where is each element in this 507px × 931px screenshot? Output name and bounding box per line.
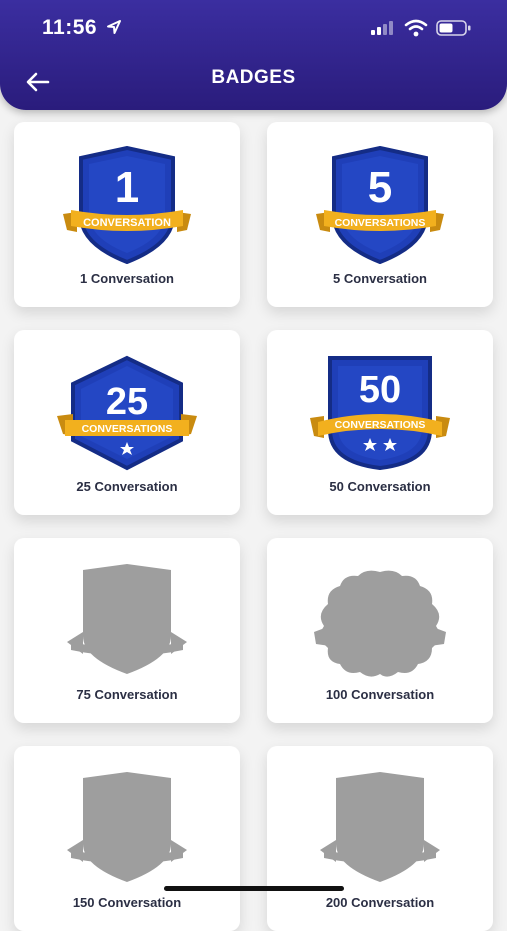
badge-number: 50 bbox=[359, 369, 401, 411]
location-arrow-icon bbox=[106, 19, 122, 40]
wifi-icon bbox=[404, 19, 428, 42]
badge-ribbon-text: CONVERSATIONS bbox=[335, 217, 426, 229]
badge-card-1[interactable]: 1 CONVERSATION 1 Conversation bbox=[14, 122, 240, 307]
badge-card-75[interactable]: 75 Conversation bbox=[14, 538, 240, 723]
status-time: 11:56 bbox=[42, 16, 98, 39]
badge-label: 25 Conversation bbox=[76, 479, 178, 494]
badge-card-150[interactable]: 150 Conversation bbox=[14, 746, 240, 931]
shield-badge-icon: 1 CONVERSATION bbox=[63, 146, 191, 264]
battery-icon bbox=[436, 19, 472, 42]
header: 11:56 BADGES bbox=[0, 0, 507, 110]
badge-ribbon-text: CONVERSATION bbox=[83, 217, 171, 229]
badge-number: 25 bbox=[106, 381, 148, 423]
status-bar: 11:56 bbox=[0, 0, 507, 56]
hexagon-badge-icon: 25 CONVERSATIONS bbox=[57, 355, 197, 471]
cellular-signal-icon bbox=[371, 21, 397, 40]
locked-seal-icon bbox=[314, 570, 446, 677]
badge-label: 5 Conversation bbox=[333, 271, 427, 286]
shield-badge-icon: 5 CONVERSATIONS bbox=[316, 146, 444, 264]
page-title: BADGES bbox=[211, 67, 296, 88]
locked-shield-icon bbox=[67, 564, 187, 674]
badge-label: 100 Conversation bbox=[325, 687, 435, 702]
locked-shield-icon bbox=[320, 772, 440, 882]
badge-label: 1 Conversation bbox=[80, 271, 174, 286]
badge-card-100[interactable]: 100 Conversation bbox=[267, 538, 493, 723]
badge-card-200[interactable]: 200 Conversation bbox=[267, 746, 493, 931]
badge-ribbon-text: CONVERSATIONS bbox=[82, 423, 173, 435]
badge-label: 150 Conversation bbox=[72, 895, 182, 910]
badge-label: 50 Conversation bbox=[329, 479, 431, 494]
badge-card-50[interactable]: 50 CONVERSATIONS 50 Conversation bbox=[267, 330, 493, 515]
badge-label: 200 Conversation bbox=[325, 895, 435, 910]
badge-number: 5 bbox=[368, 163, 392, 212]
badge-card-25[interactable]: 25 CONVERSATIONS 25 Conversation bbox=[14, 330, 240, 515]
home-indicator[interactable] bbox=[164, 886, 344, 891]
badge-number: 1 bbox=[115, 163, 139, 212]
crest-badge-icon: 50 CONVERSATIONS bbox=[310, 356, 450, 471]
badge-card-5[interactable]: 5 CONVERSATIONS 5 Conversation bbox=[267, 122, 493, 307]
badge-label: 75 Conversation bbox=[76, 687, 178, 702]
locked-shield-icon bbox=[67, 772, 187, 882]
badge-ribbon-text: CONVERSATIONS bbox=[335, 419, 426, 431]
